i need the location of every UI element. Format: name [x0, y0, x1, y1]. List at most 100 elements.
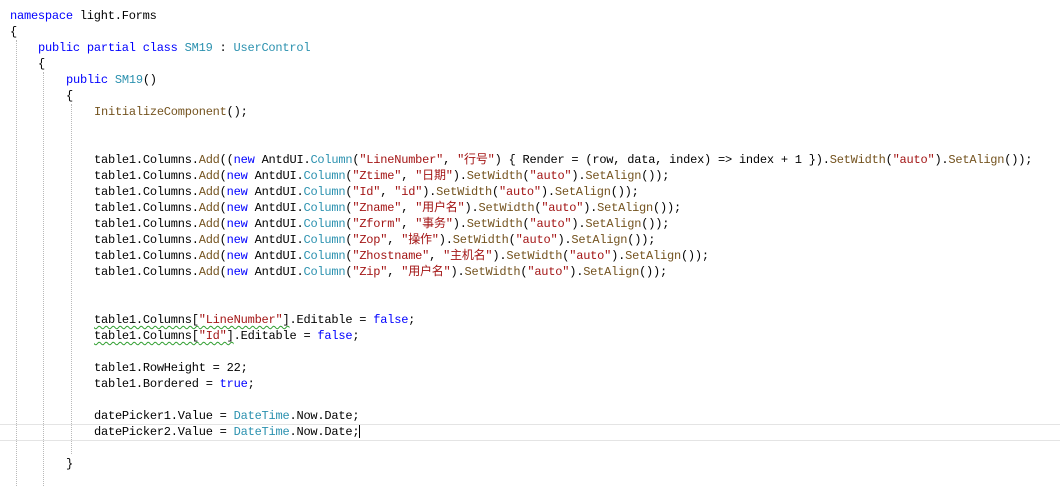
code-token: ()); — [1004, 153, 1033, 167]
code-token: "auto" — [892, 153, 935, 167]
code-token: "Zip" — [352, 265, 388, 279]
code-token: "LineNumber" — [198, 313, 283, 327]
code-token: table1.Columns[ — [94, 313, 199, 327]
code-line[interactable] — [0, 344, 1060, 360]
code-token: ] — [226, 329, 234, 343]
code-token: .Now.Date; — [289, 425, 360, 439]
code-token: AntdUI. — [247, 265, 304, 279]
code-text: table1.Columns.Add(new AntdUI.Column("Zo… — [94, 232, 655, 248]
code-line-current[interactable]: datePicker2.Value = DateTime.Now.Date; — [0, 424, 1060, 441]
code-line[interactable]: InitializeComponent(); — [0, 104, 1060, 120]
code-line[interactable] — [0, 136, 1060, 152]
code-line[interactable]: table1.Columns.Add(new AntdUI.Column("Zo… — [0, 232, 1060, 248]
code-token: ). — [557, 233, 572, 247]
code-token: Add — [198, 233, 220, 247]
code-token: DateTime — [233, 425, 290, 439]
code-token: Add — [198, 169, 220, 183]
code-token: ()); — [610, 185, 639, 199]
code-token: ). — [464, 201, 479, 215]
code-token: ()); — [639, 265, 667, 279]
code-token: SetAlign — [585, 217, 642, 231]
code-token: ()); — [680, 249, 709, 263]
code-token: "auto" — [529, 217, 572, 231]
code-token: new — [226, 185, 248, 199]
code-text: table1.Columns.Add((new AntdUI.Column ("L… — [94, 152, 1032, 168]
code-line[interactable]: { — [0, 88, 1060, 104]
code-token: Column — [303, 201, 346, 215]
code-editor[interactable]: namespace light.Forms{public partial cla… — [0, 0, 1060, 486]
code-token: ( — [492, 185, 499, 199]
code-token: "id" — [394, 185, 423, 199]
code-token: ( — [219, 185, 227, 199]
code-line[interactable] — [0, 296, 1060, 312]
code-token: SetAlign — [554, 185, 611, 199]
code-token: "auto" — [527, 265, 570, 279]
code-line[interactable]: table1.Columns.Add(new AntdUI.Column("Zf… — [0, 216, 1060, 232]
code-token: (( — [219, 153, 234, 167]
code-token: , — [380, 185, 395, 199]
code-text: table1.Columns.Add(new AntdUI.Column("Zt… — [94, 168, 669, 184]
code-line[interactable]: table1.Columns.Add(new AntdUI.Column("Zi… — [0, 264, 1060, 280]
code-line[interactable]: table1.RowHeight = 22; — [0, 360, 1060, 376]
code-line[interactable]: { — [0, 24, 1060, 40]
code-token: , — [401, 169, 416, 183]
code-line[interactable]: table1.Columns.Add(new AntdUI.Column("Id… — [0, 184, 1060, 200]
code-line[interactable]: datePicker1.Value = DateTime.Now.Date; — [0, 408, 1060, 424]
code-line[interactable]: table1.Columns.Add(new AntdUI.Column("Zh… — [0, 248, 1060, 264]
code-line[interactable] — [0, 280, 1060, 296]
code-text: InitializeComponent(); — [94, 104, 248, 120]
code-line[interactable]: table1.Bordered = true; — [0, 376, 1060, 392]
code-token: "用户名" — [415, 201, 465, 215]
code-line[interactable]: namespace light.Forms — [0, 8, 1060, 24]
code-token: AntdUI. — [247, 201, 304, 215]
code-text: datePicker1.Value = DateTime.Now.Date; — [94, 408, 360, 424]
code-token: new — [226, 169, 248, 183]
code-token: public — [38, 41, 80, 55]
code-line[interactable]: table1.Columns["LineNumber"].Editable = … — [0, 312, 1060, 328]
code-token: Column — [303, 233, 346, 247]
code-token: ). — [492, 249, 507, 263]
code-token: "Id" — [352, 185, 381, 199]
code-token: DateTime — [233, 409, 290, 423]
code-line[interactable]: public SM19() — [0, 72, 1060, 88]
code-token: light.Forms — [72, 9, 157, 23]
code-token: ). — [452, 169, 467, 183]
code-token: ). — [450, 265, 465, 279]
code-token: ()); — [653, 201, 681, 215]
code-line[interactable] — [0, 120, 1060, 136]
code-line[interactable] — [0, 392, 1060, 408]
code-token: datePicker2.Value = — [94, 425, 234, 439]
code-text: table1.Columns.Add(new AntdUI.Column("Id… — [94, 184, 639, 200]
code-token: table1.Columns. — [94, 153, 199, 167]
code-line[interactable]: public partial class SM19 : UserControl — [0, 40, 1060, 56]
code-token: "操作" — [401, 233, 439, 247]
code-line[interactable]: table1.Columns.Add(new AntdUI.Column("Zt… — [0, 168, 1060, 184]
code-line[interactable]: { — [0, 56, 1060, 72]
code-token: Column — [303, 249, 346, 263]
code-token: "auto" — [515, 233, 558, 247]
code-token: "用户名" — [401, 265, 451, 279]
code-token: Add — [198, 185, 220, 199]
code-token: SetAlign — [585, 169, 642, 183]
code-token: ( — [219, 217, 227, 231]
code-token: ). — [583, 201, 598, 215]
code-token: ; — [352, 329, 360, 343]
code-token: AntdUI. — [254, 153, 311, 167]
code-token: "Zform" — [352, 217, 402, 231]
code-line[interactable]: table1.Columns.Add((new AntdUI.Column ("L… — [0, 152, 1060, 168]
code-token: new — [226, 217, 248, 231]
code-token: Column — [303, 217, 346, 231]
code-token: ()); — [641, 169, 670, 183]
code-token: SetWidth — [452, 233, 509, 247]
code-token: Add — [198, 217, 220, 231]
code-token: SetWidth — [829, 153, 886, 167]
code-line[interactable]: table1.Columns.Add(new AntdUI.Column("Zn… — [0, 200, 1060, 216]
code-token: ). — [422, 185, 437, 199]
code-token: false — [373, 313, 409, 327]
code-line[interactable]: table1.Columns["Id"].Editable = false; — [0, 328, 1060, 344]
code-token: , — [387, 265, 402, 279]
code-text: { — [10, 24, 17, 40]
code-token: Column — [303, 169, 346, 183]
code-line[interactable]: } — [0, 456, 1060, 472]
